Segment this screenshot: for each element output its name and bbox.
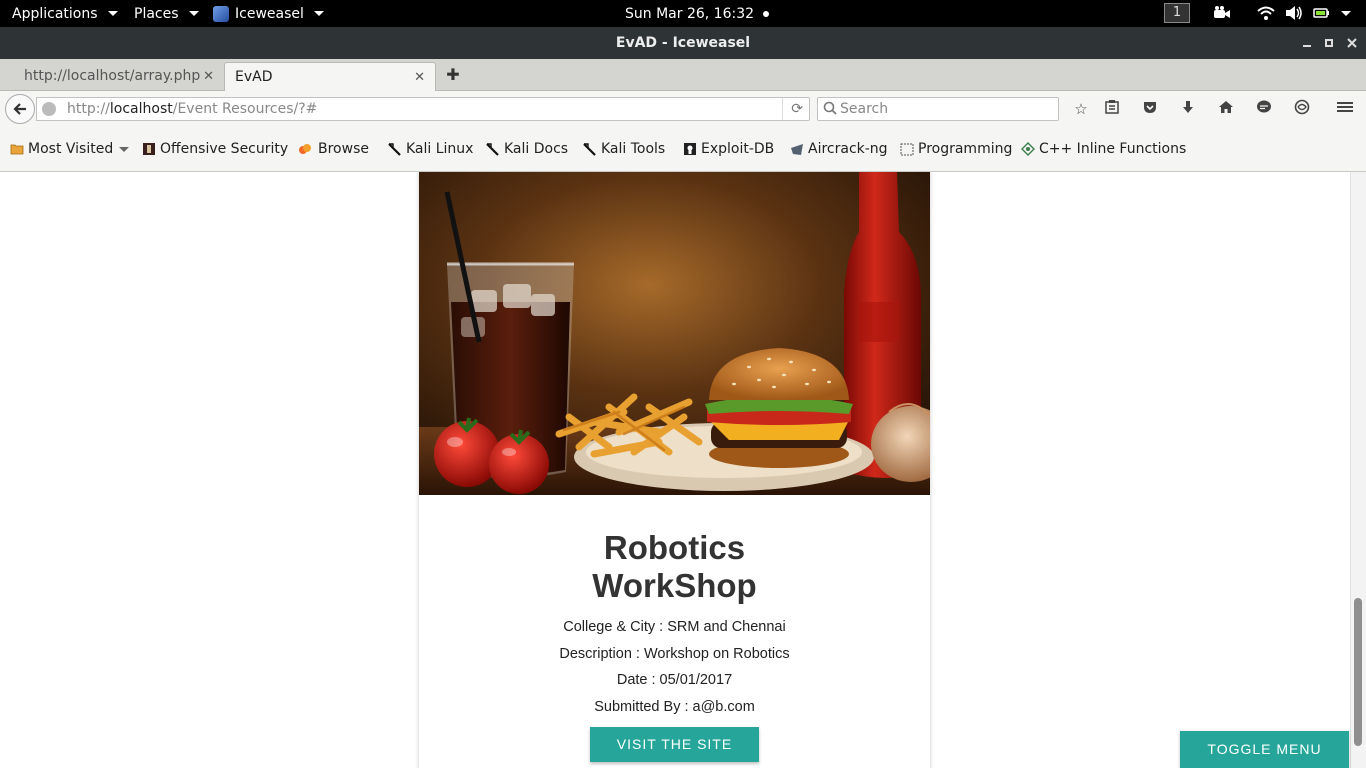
url-text: http://localhost/Event Resources/?# xyxy=(67,98,317,120)
bookmark-label: Kali Tools xyxy=(601,141,666,157)
bookmark-kali-tools[interactable]: Kali Tools xyxy=(583,139,665,159)
chevron-down-icon[interactable] xyxy=(1339,5,1353,21)
bookmark-aircrack-ng[interactable]: Aircrack-ng xyxy=(790,139,888,159)
navigation-toolbar: http://localhost/Event Resources/?# ⟳ ☆ xyxy=(0,91,1366,127)
bookmark-programming[interactable]: Programming xyxy=(900,139,1012,159)
iceweasel-app-menu[interactable]: Iceweasel xyxy=(213,0,324,27)
chevron-down-icon xyxy=(119,146,130,152)
reading-list-icon[interactable] xyxy=(1102,99,1122,119)
tab-array-php[interactable]: http://localhost/array.php ✕ xyxy=(0,62,224,91)
places-menu[interactable]: Places xyxy=(134,0,199,27)
pocket-icon[interactable] xyxy=(1140,99,1160,119)
bookmark-label: C++ Inline Functions xyxy=(1039,141,1187,157)
clock-label: Sun Mar 26, 16:32 xyxy=(625,5,755,22)
visit-site-button[interactable]: VISIT THE SITE xyxy=(590,727,759,762)
gnome-top-bar: Applications Places Iceweasel Sun Mar 26… xyxy=(0,0,1366,27)
kali-icon xyxy=(486,143,499,156)
new-tab-icon[interactable]: ✚ xyxy=(444,64,462,86)
bookmark-label: Kali Docs xyxy=(504,141,569,157)
home-icon[interactable] xyxy=(1216,99,1236,119)
tab-label: EvAD xyxy=(235,69,273,85)
back-arrow-icon xyxy=(13,103,26,115)
browse-icon xyxy=(299,144,311,154)
window-title: EvAD - Iceweasel xyxy=(615,35,751,51)
bookmark-star-icon[interactable]: ☆ xyxy=(1071,99,1091,119)
camera-icon[interactable] xyxy=(1213,5,1231,21)
kali-icon xyxy=(388,143,401,156)
aircrack-icon xyxy=(791,144,803,155)
bookmark-label: Programming xyxy=(918,141,1013,157)
bookmark-label: Browse xyxy=(318,141,369,157)
places-label: Places xyxy=(134,5,179,22)
cpp-icon xyxy=(1021,142,1035,156)
event-college-city: College & City : SRM and Chennai xyxy=(563,619,786,635)
event-date: Date : 05/01/2017 xyxy=(616,672,733,688)
scrollbar-thumb[interactable] xyxy=(1354,598,1362,746)
bookmark-most-visited[interactable]: Most Visited xyxy=(10,139,130,159)
iceweasel-icon xyxy=(213,5,229,22)
clock[interactable]: Sun Mar 26, 16:32 xyxy=(625,0,770,27)
search-icon xyxy=(823,100,837,120)
hamburger-menu-icon[interactable] xyxy=(1335,99,1355,119)
tab-evad[interactable]: EvAD ✕ xyxy=(224,62,436,91)
chevron-down-icon xyxy=(188,11,199,16)
bookmark-label: Kali Linux xyxy=(406,141,474,157)
tab-label: http://localhost/array.php xyxy=(24,68,201,84)
window-titlebar: EvAD - Iceweasel xyxy=(0,27,1366,59)
bookmark-label: Aircrack-ng xyxy=(808,141,888,157)
search-input[interactable] xyxy=(840,99,1050,119)
bookmark-browse[interactable]: Browse xyxy=(298,139,369,159)
url-host: localhost xyxy=(109,101,173,117)
url-path: /Event Resources/?# xyxy=(172,101,318,117)
url-bar[interactable]: http://localhost/Event Resources/?# ⟳ xyxy=(36,97,810,121)
chevron-down-icon xyxy=(107,11,118,16)
folder-icon xyxy=(10,144,24,155)
applications-menu[interactable]: Applications xyxy=(12,0,118,27)
chat-icon[interactable] xyxy=(1254,99,1274,119)
web-developer-icon[interactable] xyxy=(1292,99,1312,119)
toggle-menu-button[interactable]: TOGGLE MENU xyxy=(1180,731,1349,768)
bookmark-offensive-security[interactable]: Offensive Security xyxy=(142,139,288,159)
maximize-icon[interactable] xyxy=(1320,34,1338,52)
bookmark-label: Most Visited xyxy=(28,141,114,157)
bookmark-kali-linux[interactable]: Kali Linux xyxy=(388,139,473,159)
bookmark-cpp-inline-functions[interactable]: C++ Inline Functions xyxy=(1021,139,1186,159)
event-card: Robotics WorkShop College & City : SRM a… xyxy=(419,172,930,768)
chevron-down-icon xyxy=(313,11,324,16)
battery-icon[interactable] xyxy=(1313,5,1331,21)
folder-outline-icon xyxy=(900,143,914,156)
close-tab-icon[interactable]: ✕ xyxy=(414,63,425,92)
tab-strip: http://localhost/array.php ✕ EvAD ✕ ✚ xyxy=(0,59,1366,91)
event-submitted-by: Submitted By : a@b.com xyxy=(594,699,755,715)
workspace-indicator[interactable]: 1 xyxy=(1164,3,1190,23)
back-button[interactable] xyxy=(5,94,35,124)
bookmark-label: Exploit-DB xyxy=(701,141,775,157)
offsec-icon xyxy=(143,143,155,155)
event-title: Robotics WorkShop xyxy=(419,529,930,605)
bookmark-kali-docs[interactable]: Kali Docs xyxy=(486,139,568,159)
site-identity-icon[interactable] xyxy=(42,102,56,116)
page-viewport[interactable]: Robotics WorkShop College & City : SRM a… xyxy=(0,172,1366,768)
event-image xyxy=(419,172,930,495)
bookmark-label: Offensive Security xyxy=(160,141,289,157)
event-title-line1: Robotics xyxy=(603,529,746,566)
wifi-icon[interactable] xyxy=(1257,5,1275,21)
applications-label: Applications xyxy=(12,5,98,22)
bookmark-exploit-db[interactable]: Exploit-DB xyxy=(683,139,774,159)
url-scheme: http:// xyxy=(67,101,110,117)
notification-dot-icon xyxy=(763,10,770,17)
reload-icon[interactable]: ⟳ xyxy=(782,98,803,120)
bookmarks-toolbar: Most Visited Offensive Security Browse K… xyxy=(0,127,1366,172)
download-icon[interactable] xyxy=(1178,99,1198,119)
volume-icon[interactable] xyxy=(1285,5,1303,21)
close-tab-icon[interactable]: ✕ xyxy=(203,62,214,91)
close-icon[interactable] xyxy=(1343,34,1361,52)
event-title-line2: WorkShop xyxy=(592,567,757,604)
iceweasel-label: Iceweasel xyxy=(235,5,304,22)
kali-icon xyxy=(583,143,596,156)
minimize-icon[interactable] xyxy=(1298,34,1316,52)
event-description: Description : Workshop on Robotics xyxy=(559,646,790,662)
search-box[interactable] xyxy=(817,97,1059,121)
exploitdb-icon xyxy=(684,143,696,155)
